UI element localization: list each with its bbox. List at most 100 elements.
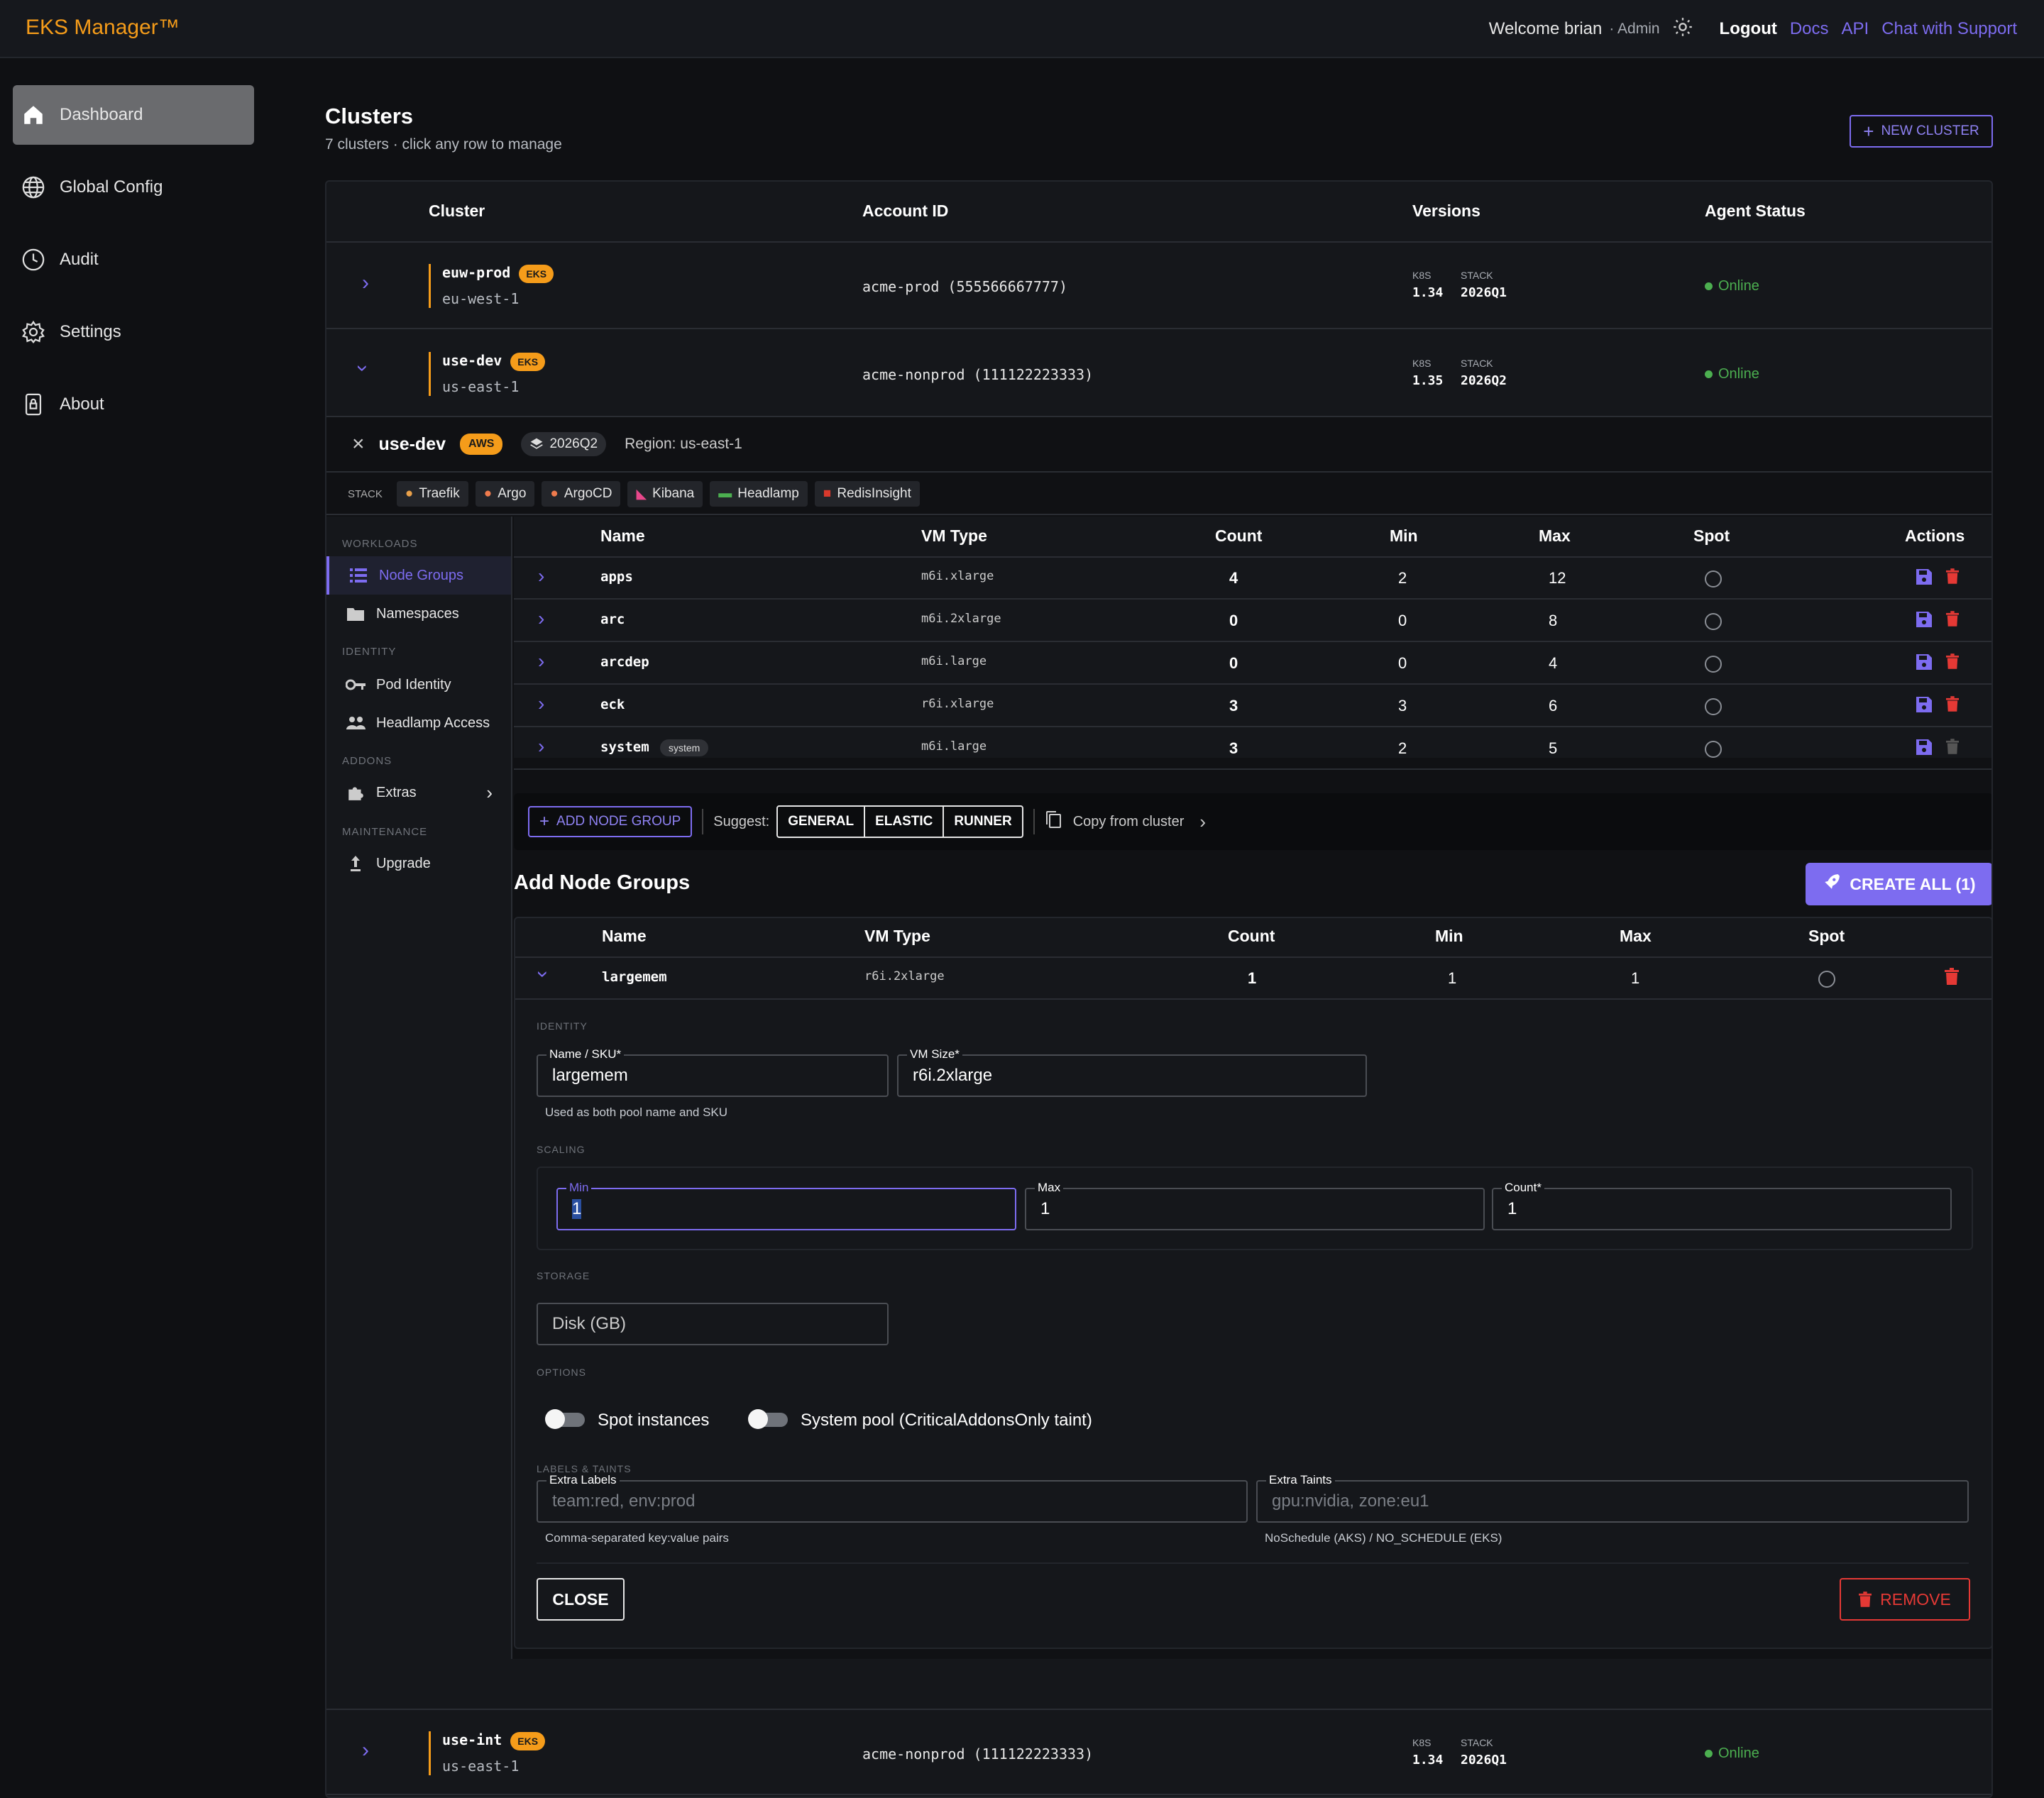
add-node-group-button[interactable]: + ADD NODE GROUP — [528, 806, 693, 837]
suggest-group: GENERAL ELASTIC RUNNER — [776, 805, 1023, 838]
sidebar-item-about[interactable]: About — [13, 375, 254, 434]
new-node-group-row[interactable]: › largemem r6i.2xlarge 1 1 1 — [515, 958, 1991, 1000]
trash-icon[interactable] — [1946, 611, 1959, 630]
stack-item-argo[interactable]: ● Argo — [475, 481, 535, 507]
cluster-row-euw-prod[interactable]: › euw-prod EKS eu-west-1 acme-prod (555566… — [326, 243, 1991, 329]
chevron-right-icon[interactable]: › — [538, 693, 544, 715]
suggest-general-button[interactable]: GENERAL — [778, 807, 866, 837]
copy-icon[interactable] — [1045, 810, 1062, 833]
save-icon[interactable] — [1916, 654, 1932, 673]
copy-from-cluster-button[interactable]: Copy from cluster — [1073, 814, 1185, 830]
sidebar-item-audit[interactable]: Audit — [13, 230, 254, 289]
name-sku-field[interactable]: Name / SKU* largemem — [537, 1047, 889, 1097]
stack-item-redisinsight[interactable]: ■ RedisInsight — [814, 481, 920, 507]
stack-item-headlamp[interactable]: ▬ Headlamp — [710, 481, 808, 507]
save-icon[interactable] — [1916, 739, 1932, 759]
subnav-namespaces[interactable]: Namespaces — [326, 595, 511, 633]
docs-link[interactable]: Docs — [1790, 19, 1829, 39]
node-group-row[interactable]: › eck r6i.xlarge 3 3 6 — [514, 685, 1991, 727]
cluster-row-use-int[interactable]: › use-int EKS us-east-1 acme-nonprod (1111… — [326, 1709, 1991, 1795]
max-field[interactable]: Max 1 — [1025, 1181, 1485, 1230]
chevron-right-icon[interactable]: › — [538, 565, 544, 588]
chevron-down-icon[interactable]: › — [351, 365, 375, 372]
subnav-label: Headlamp Access — [376, 715, 490, 731]
save-icon[interactable] — [1916, 697, 1932, 716]
stack-item-traefik[interactable]: ● Traefik — [396, 481, 468, 507]
create-all-button[interactable]: CREATE ALL (1) — [1806, 863, 1991, 905]
col-versions[interactable]: Versions — [1412, 202, 1480, 221]
suggest-runner-button[interactable]: RUNNER — [944, 807, 1021, 837]
ng-min: 0 — [1398, 612, 1407, 629]
spot-radio[interactable] — [1705, 570, 1722, 588]
new-cluster-button[interactable]: + NEW CLUSTER — [1850, 115, 1993, 148]
close-icon[interactable]: × — [352, 432, 365, 456]
subnav-upgrade[interactable]: Upgrade — [326, 844, 511, 883]
node-group-row[interactable]: › apps m6i.xlarge 4 2 12 — [514, 558, 1991, 600]
chevron-right-icon[interactable]: › — [538, 650, 544, 673]
support-link[interactable]: Chat with Support — [1881, 19, 2017, 39]
trash-icon[interactable] — [1946, 653, 1959, 673]
sidebar-item-global-config[interactable]: Global Config — [13, 158, 254, 217]
ng-vm-type: m6i.large — [921, 739, 987, 754]
stack-item-argocd[interactable]: ● ArgoCD — [542, 481, 621, 507]
subnav-extras[interactable]: Extras › — [326, 773, 511, 812]
logout-button[interactable]: Logout — [1720, 19, 1777, 39]
close-button[interactable]: CLOSE — [537, 1578, 625, 1621]
chevron-right-icon[interactable]: › — [362, 1738, 369, 1763]
col-agent-status[interactable]: Agent Status — [1705, 202, 1806, 221]
section-storage: STORAGE — [537, 1270, 590, 1281]
col-cluster[interactable]: Cluster — [429, 202, 485, 221]
trash-icon[interactable] — [1945, 968, 1959, 988]
spot-radio[interactable] — [1705, 741, 1722, 758]
app-logo[interactable]: EKS Manager™ — [26, 16, 180, 40]
vm-size-field[interactable]: VM Size* r6i.2xlarge — [897, 1047, 1367, 1097]
trash-icon[interactable] — [1946, 739, 1959, 758]
node-group-row[interactable]: › arc m6i.2xlarge 0 0 8 — [514, 600, 1991, 642]
node-group-row[interactable]: › arcdep m6i.large 0 0 4 — [514, 643, 1991, 685]
save-icon[interactable] — [1916, 612, 1932, 631]
gear-icon — [20, 319, 47, 346]
spot-radio[interactable] — [1818, 971, 1835, 988]
save-icon[interactable] — [1916, 569, 1932, 588]
max-label: Max — [1035, 1181, 1064, 1195]
subnav-pod-identity[interactable]: Pod Identity — [326, 666, 511, 704]
spot-radio[interactable] — [1705, 613, 1722, 630]
col-account[interactable]: Account ID — [862, 202, 948, 221]
subnav-node-groups[interactable]: Node Groups — [326, 556, 511, 595]
api-link[interactable]: API — [1842, 19, 1869, 39]
extra-taints-field[interactable]: Extra Taints gpu:nvidia, zone:eu1 — [1256, 1473, 1969, 1523]
system-pool-toggle[interactable] — [748, 1409, 788, 1429]
spot-radio[interactable] — [1705, 656, 1722, 673]
sidebar-item-settings[interactable]: Settings — [13, 302, 254, 362]
disk-field[interactable]: Disk (GB) — [537, 1303, 889, 1345]
col-max: Max — [1620, 927, 1652, 945]
chevron-down-icon[interactable]: › — [531, 971, 555, 978]
stack-item-kibana[interactable]: ◣ Kibana — [627, 480, 703, 507]
count-field[interactable]: Count* 1 — [1492, 1181, 1952, 1230]
trash-icon[interactable] — [1946, 696, 1959, 715]
chevron-right-icon[interactable]: › — [538, 735, 544, 758]
spot-toggle[interactable] — [545, 1409, 585, 1429]
chevron-right-icon[interactable]: › — [362, 271, 369, 295]
trash-icon[interactable] — [1946, 568, 1959, 588]
extra-taints-label: Extra Taints — [1266, 1473, 1335, 1487]
new-cluster-label: NEW CLUSTER — [1881, 123, 1979, 138]
max-value: 1 — [1040, 1199, 1050, 1218]
extra-labels-field[interactable]: Extra Labels team:red, env:prod — [537, 1473, 1248, 1523]
add-table-header: Name VM Type Count Min Max Spot — [515, 918, 1991, 958]
spot-radio[interactable] — [1705, 698, 1722, 715]
min-field[interactable]: Min 1 — [556, 1181, 1016, 1230]
status-text: Online — [1718, 366, 1759, 382]
node-group-row[interactable]: › system system m6i.large 3 2 5 — [514, 728, 1991, 770]
theme-toggle-icon[interactable] — [1673, 17, 1693, 42]
home-icon — [20, 101, 47, 128]
subnav-headlamp-access[interactable]: Headlamp Access — [326, 704, 511, 742]
remove-button[interactable]: REMOVE — [1840, 1578, 1970, 1621]
sidebar-item-dashboard[interactable]: Dashboard — [13, 85, 254, 145]
cluster-row-use-dev[interactable]: › use-dev EKS us-east-1 acme-nonprod (1111… — [326, 331, 1991, 417]
chevron-right-icon[interactable]: › — [538, 607, 544, 630]
sidebar-item-label: Audit — [60, 250, 99, 269]
suggest-elastic-button[interactable]: ELASTIC — [865, 807, 945, 837]
system-tag: system — [660, 739, 709, 756]
chevron-right-icon[interactable]: › — [1199, 811, 1206, 833]
